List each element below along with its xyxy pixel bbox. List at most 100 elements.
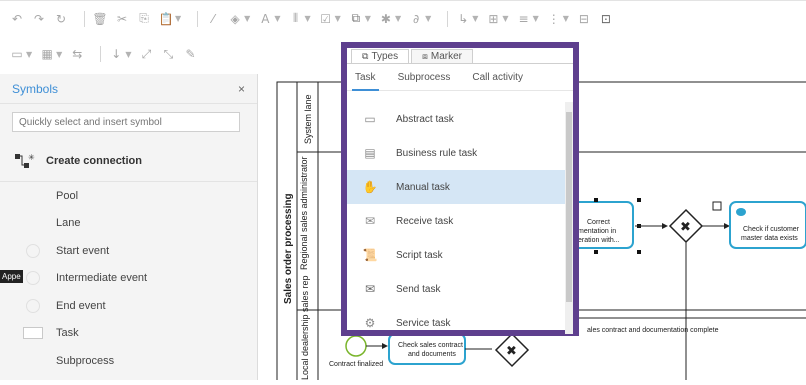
task-check-master-line2: master data exists	[741, 235, 798, 242]
arrange-dropdown-icon[interactable]: ▼	[335, 14, 341, 23]
sidebar-item-task[interactable]: Task	[0, 320, 257, 348]
distribute-dropdown-icon[interactable]: ▼	[533, 14, 539, 23]
task-type-script-task[interactable]: 📜 Script task	[347, 238, 573, 272]
toolbar-separator	[197, 10, 199, 27]
sidebar-item-label: Subprocess	[56, 354, 115, 367]
table-icon[interactable]: ▦	[40, 47, 54, 61]
align-dropdown-icon[interactable]: ▼	[304, 14, 310, 23]
lane-label-local: Local dealership sales rep	[300, 275, 310, 380]
align-icon[interactable]: ⫴	[288, 11, 302, 26]
task-type-service-task[interactable]: ⚙ Service task	[347, 306, 573, 340]
group-icon[interactable]: ⋮	[547, 12, 561, 26]
down-icon[interactable]: ↓	[109, 47, 123, 61]
group-dropdown-icon[interactable]: ▼	[563, 14, 569, 23]
gateway-x-icon: ✖	[506, 344, 517, 359]
sidebar-item-subprocess[interactable]: Subprocess	[0, 347, 257, 375]
paste-icon[interactable]: 📋	[159, 12, 174, 26]
link-icon[interactable]: ∂	[409, 12, 423, 26]
task-type-label: Send task	[396, 283, 441, 295]
sidebar-item-label: Start event	[56, 244, 110, 257]
task-type-manual-task[interactable]: ✋ Manual task	[347, 170, 573, 204]
symbol-search-input[interactable]	[12, 112, 240, 132]
selection-handle[interactable]	[594, 250, 598, 254]
delete-icon[interactable]: 🗑	[92, 12, 107, 26]
link-dropdown-icon[interactable]: ▼	[425, 14, 431, 23]
distribute-icon[interactable]: ≡	[517, 12, 531, 26]
eraser-icon[interactable]: ✎	[183, 47, 197, 61]
table-dropdown-icon[interactable]: ▼	[56, 50, 62, 59]
arrange-icon[interactable]: ☑	[319, 12, 333, 26]
manual-task-marker-icon	[736, 208, 746, 216]
svg-text:✳: ✳	[28, 153, 35, 162]
blank-icon	[20, 188, 46, 204]
context-menu-icon[interactable]	[712, 201, 722, 211]
frame-icon[interactable]: ▭	[10, 47, 24, 61]
more-dropdown-icon[interactable]: ▼	[395, 14, 401, 23]
sidebar-item-intermediate-event[interactable]: Intermediate event	[0, 265, 257, 293]
redo-icon[interactable]: ↷	[32, 12, 46, 26]
blank-icon	[20, 353, 46, 369]
subtab-task[interactable]: Task	[352, 72, 379, 91]
selection-handle[interactable]	[637, 198, 641, 202]
toolbar-separator	[100, 46, 102, 62]
types-dropdown-icon[interactable]: ▼	[365, 14, 371, 23]
connector-dropdown-icon[interactable]: ▼	[472, 14, 478, 23]
sidebar-item-end-event[interactable]: End event	[0, 292, 257, 320]
sidebar-item-start-event[interactable]: Start event	[0, 237, 257, 265]
text-color-icon[interactable]: A	[258, 12, 272, 26]
task-correct-line3: eration with...	[578, 237, 620, 244]
sidebar-item-lane[interactable]: Lane	[0, 210, 257, 238]
size-icon[interactable]: ⊞	[486, 12, 500, 26]
send-task-icon: ✉	[364, 282, 376, 296]
frame-dropdown-icon[interactable]: ▼	[26, 50, 32, 59]
tab-marker[interactable]: ⧈ Marker	[411, 49, 473, 63]
text-color-dropdown-icon[interactable]: ▼	[274, 14, 280, 23]
task-type-abstract-task[interactable]: ▭ Abstract task	[347, 102, 573, 136]
expand-icon[interactable]: ⤢	[139, 47, 153, 61]
task-type-label: Business rule task	[396, 147, 478, 159]
create-connection-label: Create connection	[46, 154, 142, 167]
tab-types-label: Types	[371, 51, 399, 62]
selection-handle[interactable]	[637, 250, 641, 254]
task-type-business-rule-task[interactable]: ▤ Business rule task	[347, 136, 573, 170]
copy-icon[interactable]: ⎘	[137, 11, 151, 26]
types-icon[interactable]: ⧉	[349, 11, 363, 26]
lane-label-regional: Regional sales administrator	[299, 156, 309, 270]
undo-icon[interactable]: ↶	[10, 12, 24, 26]
circle-shape	[26, 243, 40, 258]
arrow-icon[interactable]: ⇆	[70, 47, 84, 61]
close-icon[interactable]: ×	[238, 82, 245, 96]
event-circle-icon	[20, 298, 46, 314]
popup-scrollbar-thumb[interactable]	[566, 112, 572, 302]
paste-dropdown-icon[interactable]: ▼	[175, 14, 181, 23]
fill-color-icon[interactable]: ◈	[228, 12, 242, 26]
collapse-icon[interactable]: ⤡	[161, 47, 175, 61]
business-rule-icon: ▤	[364, 146, 376, 160]
connector-icon[interactable]: ↳	[456, 12, 470, 26]
subtab-subprocess[interactable]: Subprocess	[398, 72, 451, 83]
symbols-sidebar: Symbols × ✳ Create connection Pool Lane St…	[0, 74, 258, 380]
sidebar-item-label: Task	[56, 327, 79, 340]
sidebar-item-pool[interactable]: Pool	[0, 182, 257, 210]
task-type-label: Receive task	[396, 215, 454, 227]
task-check-contract-line2: and documents	[408, 351, 456, 358]
line-color-icon[interactable]: ⁄	[206, 12, 220, 26]
bring-front-icon[interactable]: ⊟	[577, 12, 591, 26]
event-circle-icon	[20, 270, 46, 286]
tab-types[interactable]: ⧉ Types	[351, 49, 410, 63]
circle-shape	[26, 298, 40, 313]
task-type-send-task[interactable]: ✉ Send task	[347, 272, 573, 306]
size-dropdown-icon[interactable]: ▼	[502, 14, 508, 23]
main-toolbar: ↶ ↷ ↻ 🗑 ✂ ⎘ 📋 ▼ ⁄ ◈ ▼ A ▼ ⫴ ▼ ☑ ▼ ⧉ ▼ ✱ ▼ ∂ ▼ ↳ ▼…	[0, 0, 806, 36]
create-connection-button[interactable]: ✳ Create connection	[0, 140, 257, 182]
selection-handle[interactable]	[594, 198, 598, 202]
cut-icon[interactable]: ✂	[115, 12, 129, 26]
popup-subtabs: Task Subprocess Call activity	[347, 64, 573, 91]
subtab-call-activity[interactable]: Call activity	[472, 72, 523, 83]
fill-dropdown-icon[interactable]: ▼	[244, 14, 250, 23]
down-dropdown-icon[interactable]: ▼	[125, 50, 131, 59]
refresh-icon[interactable]: ↻	[54, 12, 68, 26]
image-icon[interactable]: ⊡	[599, 12, 613, 26]
task-type-receive-task[interactable]: ✉ Receive task	[347, 204, 573, 238]
more-icon[interactable]: ✱	[379, 12, 393, 26]
